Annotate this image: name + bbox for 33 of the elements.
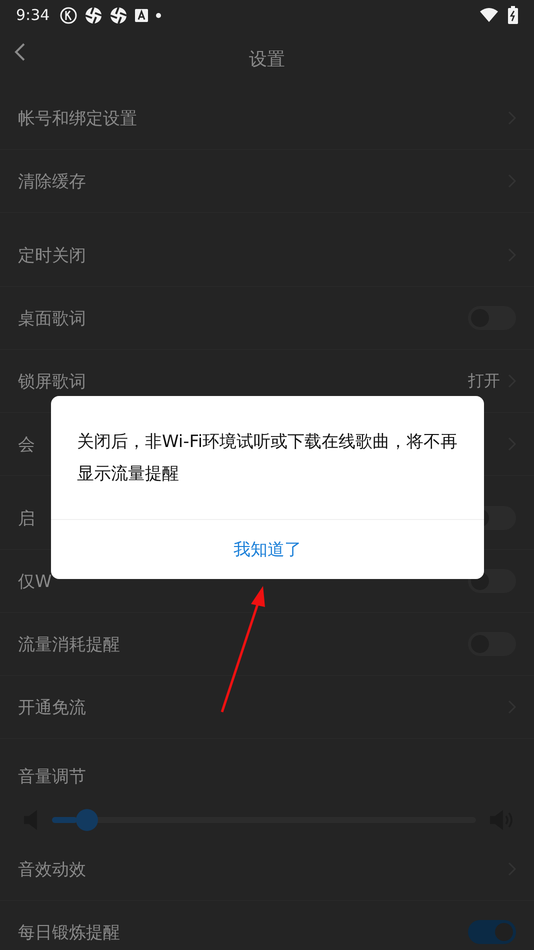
- battery-icon: [508, 6, 518, 24]
- font-square-icon: [134, 8, 148, 22]
- settings-row[interactable]: 清除缓存: [0, 150, 534, 213]
- aperture-icon: [84, 6, 102, 24]
- confirm-button[interactable]: 我知道了: [51, 519, 484, 579]
- volume-slider[interactable]: [52, 809, 476, 831]
- row-label: 定时关闭: [18, 244, 86, 266]
- settings-row[interactable]: 帐号和绑定设置: [0, 87, 534, 150]
- wifi-icon: [480, 8, 498, 22]
- settings-row[interactable]: 音效动效: [0, 838, 534, 901]
- toggle-switch[interactable]: [468, 920, 516, 944]
- row-label: 桌面歌词: [18, 308, 86, 330]
- settings-row[interactable]: 开通免流: [0, 676, 534, 739]
- row-label: 锁屏歌词: [18, 370, 86, 392]
- row-label: 仅W: [18, 570, 52, 592]
- row-label: 清除缓存: [18, 170, 86, 192]
- row-label: 帐号和绑定设置: [18, 108, 137, 130]
- settings-row[interactable]: 定时关闭: [0, 224, 534, 287]
- dialog-message: 关闭后，非Wi-Fi环境试听或下载在线歌曲，将不再显示流量提醒: [76, 431, 459, 486]
- row-label: 音效动效: [18, 858, 86, 880]
- aperture-icon: [110, 6, 127, 24]
- row-label: 会: [18, 434, 35, 456]
- row-label: 开通免流: [18, 696, 86, 718]
- status-time: 9:34: [16, 6, 50, 24]
- row-label: 每日锻炼提醒: [18, 922, 120, 944]
- row-label: 音量调节: [18, 766, 86, 788]
- page-title: 设置: [249, 48, 285, 70]
- dot-icon: [156, 12, 161, 18]
- k-circle-icon: [60, 6, 77, 24]
- row-label: 启: [18, 508, 35, 530]
- back-icon[interactable]: [14, 42, 26, 62]
- row-value: 打开: [468, 370, 500, 392]
- row-label: 流量消耗提醒: [18, 634, 120, 656]
